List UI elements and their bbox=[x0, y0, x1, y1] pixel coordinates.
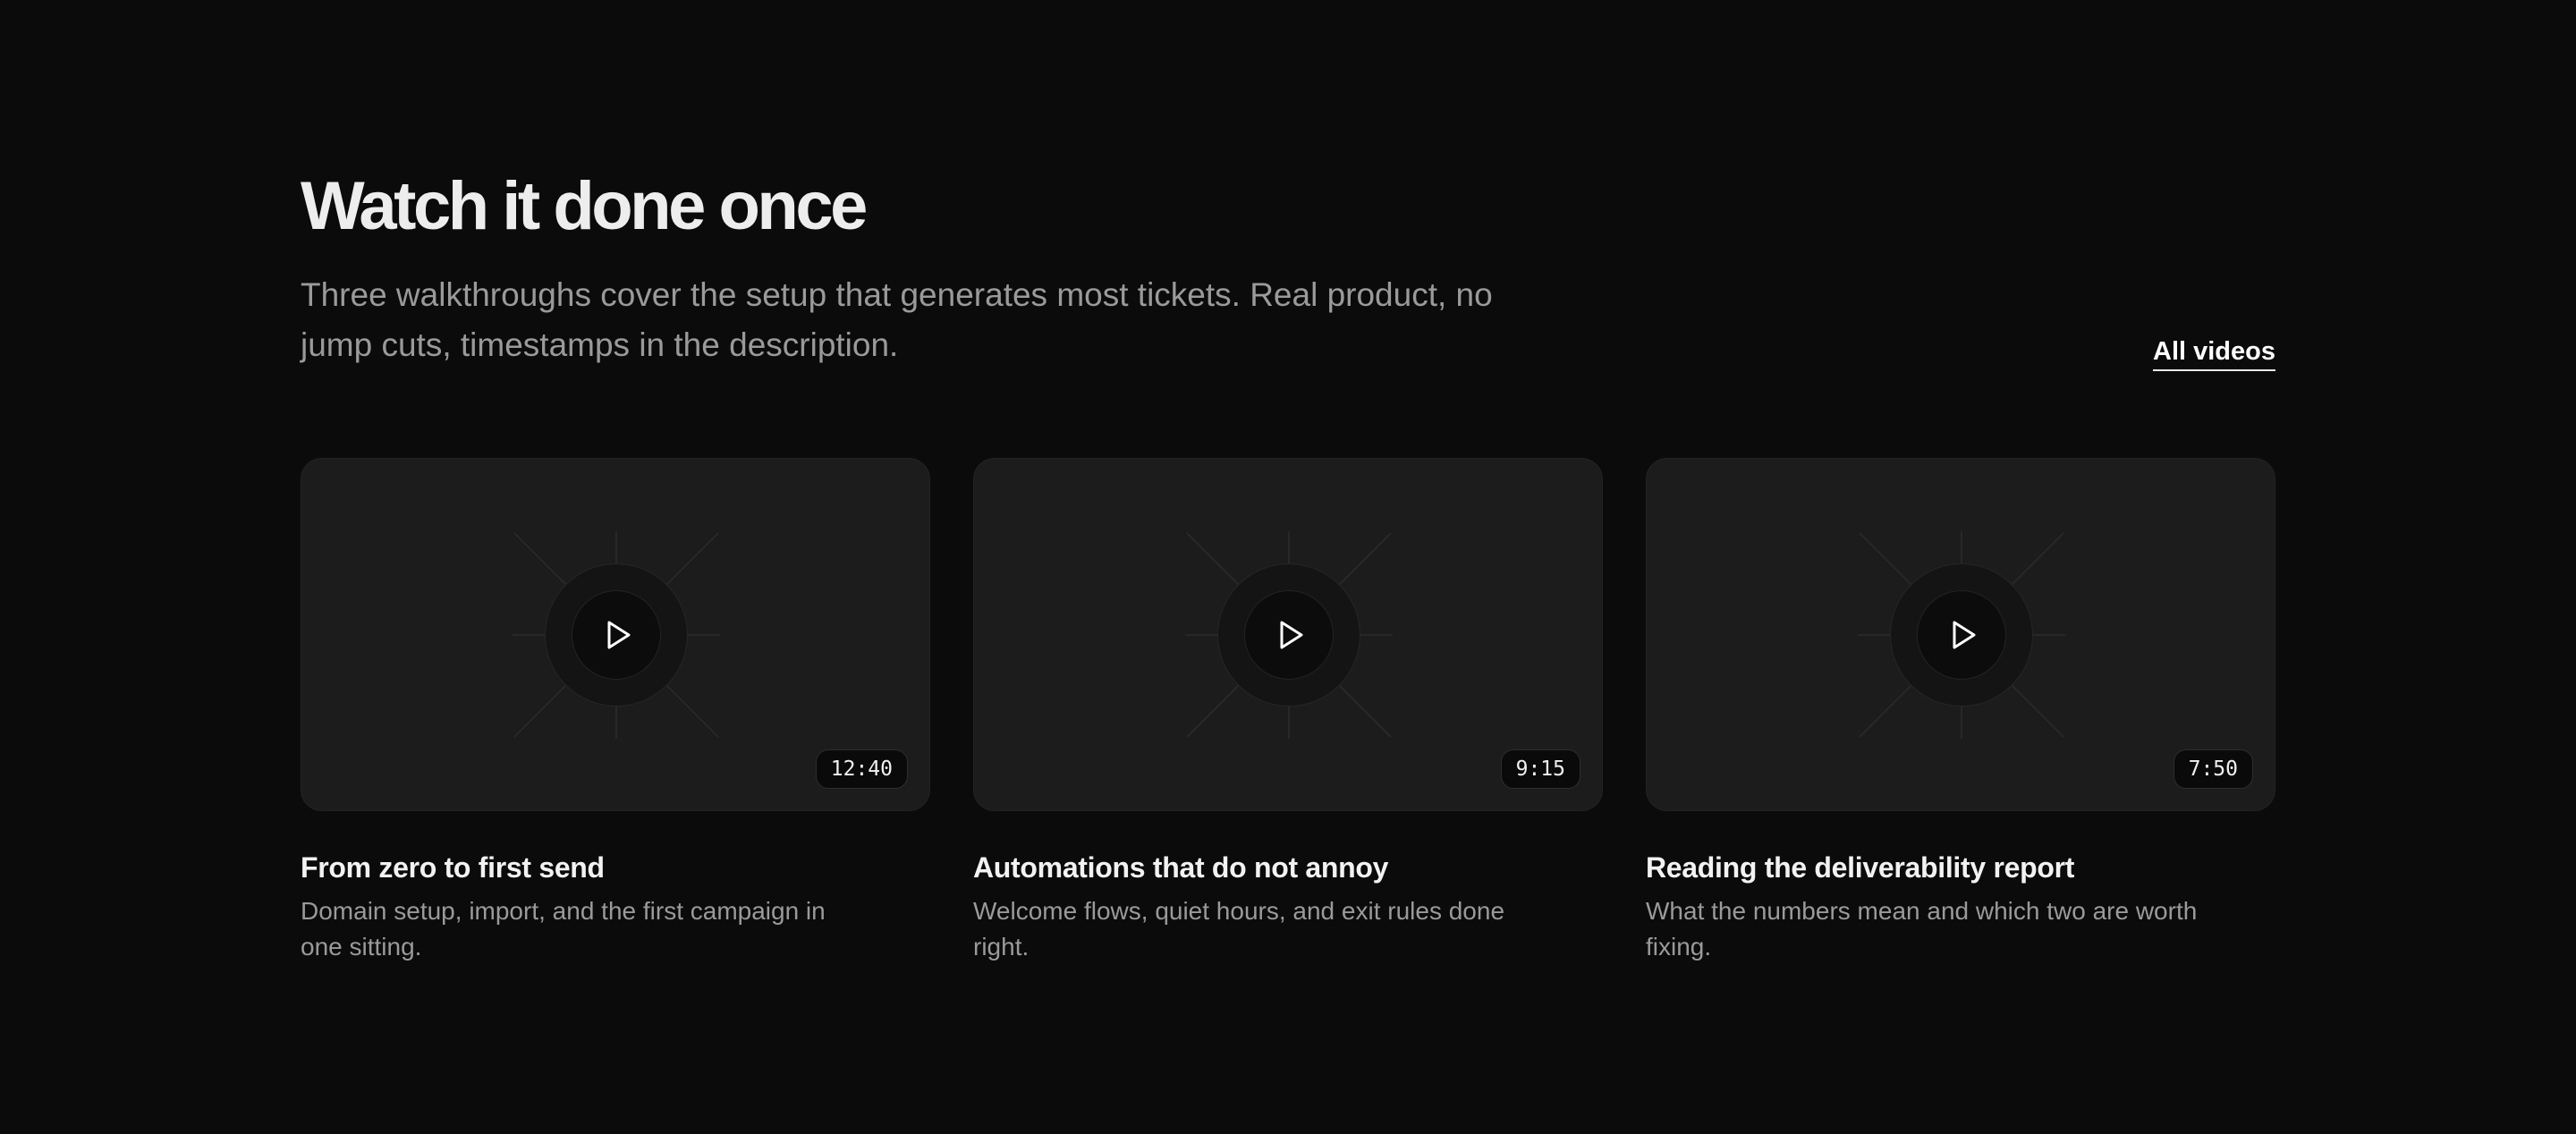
video-title[interactable]: Automations that do not annoy bbox=[973, 811, 1603, 886]
duration-badge: 12:40 bbox=[815, 749, 908, 789]
video-title[interactable]: Reading the deliverability report bbox=[1646, 811, 2275, 886]
all-videos-link[interactable]: All videos bbox=[2153, 334, 2275, 371]
video-description: Domain setup, import, and the first camp… bbox=[301, 897, 826, 961]
play-icon bbox=[607, 621, 631, 649]
video-card[interactable]: 9:15 Automations that do not annoy Welco… bbox=[973, 458, 1603, 965]
video-cards: 12:40 From zero to first send Domain set… bbox=[301, 458, 2275, 965]
section-title: Watch it done once bbox=[301, 168, 868, 244]
video-description: Welcome flows, quiet hours, and exit rul… bbox=[973, 897, 1505, 961]
video-card[interactable]: 7:50 Reading the deliverability report W… bbox=[1646, 458, 2275, 965]
video-thumbnail[interactable]: 12:40 bbox=[301, 458, 930, 811]
duration-badge: 7:50 bbox=[2173, 749, 2253, 789]
play-button[interactable] bbox=[1917, 590, 2006, 680]
video-thumbnail[interactable]: 9:15 bbox=[973, 458, 1603, 811]
play-button[interactable] bbox=[572, 590, 661, 680]
play-icon bbox=[1953, 621, 1976, 649]
section-subtitle: Three walkthroughs cover the setup that … bbox=[301, 276, 1493, 363]
video-card[interactable]: 12:40 From zero to first send Domain set… bbox=[301, 458, 930, 965]
video-title[interactable]: From zero to first send bbox=[301, 811, 930, 886]
video-thumbnail[interactable]: 7:50 bbox=[1646, 458, 2275, 811]
video-section: Watch it done once Three walkthroughs co… bbox=[301, 0, 2275, 1134]
video-description: What the numbers mean and which two are … bbox=[1646, 897, 2198, 961]
play-icon bbox=[1280, 621, 1303, 649]
play-button[interactable] bbox=[1244, 590, 1334, 680]
duration-badge: 9:15 bbox=[1500, 749, 1580, 789]
